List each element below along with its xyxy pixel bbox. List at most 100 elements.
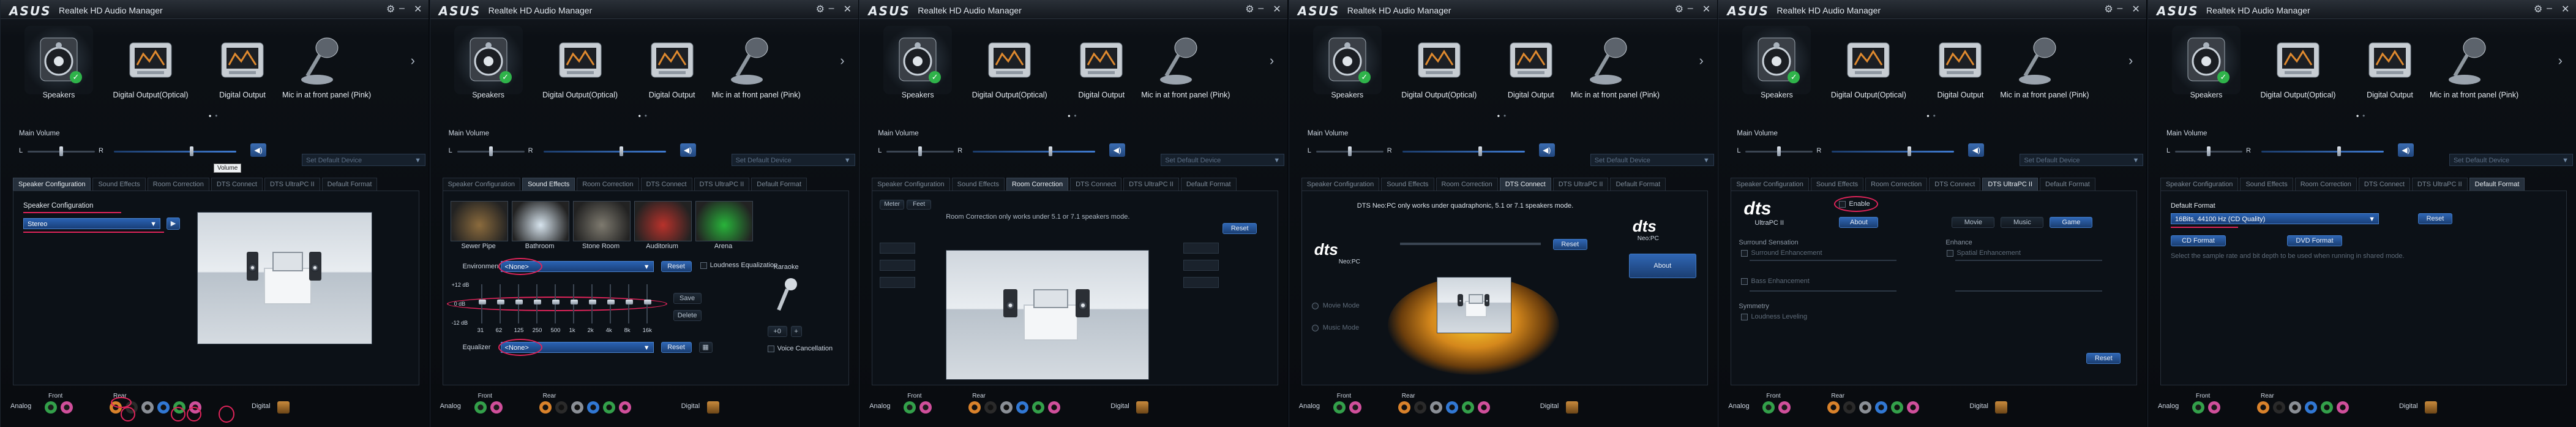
front-pink-jack-icon[interactable] bbox=[2207, 401, 2220, 414]
enhancement-slider[interactable] bbox=[1750, 290, 1897, 292]
minimize-button[interactable]: – bbox=[2547, 3, 2552, 14]
front-pink-jack-icon[interactable] bbox=[61, 401, 73, 414]
device-speaker[interactable]: ✓ Speakers bbox=[19, 26, 99, 99]
tab-speaker-configuration[interactable]: Speaker Configuration bbox=[1301, 178, 1380, 191]
music-mode-radio[interactable] bbox=[1311, 325, 1319, 331]
device-speaker[interactable]: ✓ Speakers bbox=[2166, 26, 2246, 99]
mode-game-button[interactable]: Game bbox=[2050, 217, 2093, 228]
device-digital-output[interactable]: Digital Output bbox=[1491, 29, 1571, 99]
rear-pink-jack-icon[interactable] bbox=[618, 401, 631, 414]
tab-dts-ultrapc-ii[interactable]: DTS UltraPC II bbox=[264, 178, 320, 191]
rear-orange-jack-icon[interactable] bbox=[2256, 401, 2269, 414]
rear-blue-jack-icon[interactable] bbox=[1445, 401, 1458, 414]
tab-sound-effects[interactable]: Sound Effects bbox=[951, 178, 1005, 191]
balance-slider[interactable]: L R bbox=[1737, 146, 1822, 157]
volume-thumb[interactable] bbox=[1049, 146, 1053, 156]
spatial-enhancement-checkbox[interactable] bbox=[1947, 250, 1954, 257]
tab-speaker-configuration[interactable]: Speaker Configuration bbox=[2160, 178, 2239, 191]
rear-black-jack-icon[interactable] bbox=[2272, 401, 2285, 414]
rear-pink-jack-icon[interactable] bbox=[1907, 401, 1920, 414]
close-button[interactable]: ✕ bbox=[1702, 3, 1710, 15]
device-speaker[interactable]: ✓ Speakers bbox=[1308, 26, 1387, 99]
speaker-volume-icon[interactable]: ◀) bbox=[1968, 143, 1985, 157]
volume-slider[interactable] bbox=[543, 146, 672, 157]
volume-thumb[interactable] bbox=[190, 146, 193, 156]
minimize-button[interactable]: – bbox=[2117, 3, 2122, 14]
chevron-right-icon[interactable]: › bbox=[2129, 53, 2133, 69]
gear-icon[interactable]: ⚙ bbox=[2534, 3, 2542, 15]
page-indicator[interactable]: •• bbox=[638, 111, 651, 120]
reset-button[interactable]: Reset bbox=[2086, 353, 2121, 364]
rear-pink-jack-icon[interactable] bbox=[2336, 401, 2349, 414]
environment-sewer-pipe[interactable] bbox=[450, 201, 508, 241]
tab-sound-effects[interactable]: Sound Effects bbox=[1810, 178, 1864, 191]
save-button[interactable]: Save bbox=[673, 293, 702, 304]
eq-band-slider[interactable] bbox=[515, 300, 523, 304]
balance-slider[interactable]: L R bbox=[449, 146, 534, 157]
front-green-jack-icon[interactable] bbox=[1333, 401, 1346, 414]
chevron-right-icon[interactable]: › bbox=[1699, 53, 1703, 69]
left-speaker-icon[interactable] bbox=[1458, 294, 1463, 306]
device-optical-output[interactable]: Digital Output(Optical) bbox=[541, 29, 620, 99]
tab-default-format[interactable]: Default Format bbox=[1180, 178, 1237, 191]
speaker-config-dropdown[interactable]: Stereo ▼ bbox=[23, 218, 160, 229]
right-speaker-icon[interactable] bbox=[1484, 294, 1489, 306]
tab-room-correction[interactable]: Room Correction bbox=[1006, 178, 1069, 191]
device-digital-output[interactable]: Digital Output bbox=[1061, 29, 1141, 99]
rear-blue-jack-icon[interactable] bbox=[157, 401, 170, 414]
rear-pink-jack-icon[interactable] bbox=[1477, 401, 1490, 414]
rear-black-jack-icon[interactable] bbox=[984, 401, 997, 414]
device-microphone[interactable]: Mic in at front panel (Pink) bbox=[1571, 29, 1660, 99]
tab-sound-effects[interactable]: Sound Effects bbox=[522, 178, 575, 191]
volume-thumb[interactable] bbox=[619, 146, 623, 156]
tab-speaker-configuration[interactable]: Speaker Configuration bbox=[1731, 178, 1809, 191]
rear-green-jack-icon[interactable] bbox=[602, 401, 615, 414]
gear-icon[interactable]: ⚙ bbox=[816, 3, 825, 15]
balance-thumb[interactable] bbox=[1777, 146, 1781, 156]
device-speaker[interactable]: ✓ Speakers bbox=[449, 26, 528, 99]
device-speaker[interactable]: ✓ Speakers bbox=[878, 26, 957, 99]
loudness-checkbox[interactable] bbox=[700, 262, 707, 269]
balance-slider[interactable]: L R bbox=[1308, 146, 1393, 157]
tab-dts-connect[interactable]: DTS Connect bbox=[640, 178, 692, 191]
speaker-volume-icon[interactable]: ◀) bbox=[250, 143, 266, 157]
enhancement-slider[interactable] bbox=[1955, 260, 2103, 261]
rear-blue-jack-icon[interactable] bbox=[1016, 401, 1029, 414]
close-button[interactable]: ✕ bbox=[844, 3, 852, 15]
rear-green-jack-icon[interactable] bbox=[2320, 401, 2333, 414]
volume-slider[interactable] bbox=[2261, 146, 2390, 157]
eq-band-slider[interactable] bbox=[625, 300, 633, 304]
close-button[interactable]: ✕ bbox=[1273, 3, 1281, 15]
right-speaker-icon[interactable] bbox=[1076, 289, 1090, 318]
front-pink-jack-icon[interactable] bbox=[490, 401, 503, 414]
tab-dts-ultrapc-ii[interactable]: DTS UltraPC II bbox=[1552, 178, 1609, 191]
front-green-jack-icon[interactable] bbox=[45, 401, 57, 414]
balance-thumb[interactable] bbox=[489, 146, 493, 156]
rear-orange-jack-icon[interactable] bbox=[1827, 401, 1840, 414]
front-pink-jack-icon[interactable] bbox=[1349, 401, 1361, 414]
device-microphone[interactable]: Mic in at front panel (Pink) bbox=[1141, 29, 1230, 99]
delete-button[interactable]: Delete bbox=[673, 310, 702, 321]
volume-slider[interactable] bbox=[114, 146, 242, 157]
karaoke-value[interactable]: +0 bbox=[767, 326, 787, 337]
environment-stone-room[interactable] bbox=[572, 201, 631, 241]
bass-enhancement-checkbox[interactable] bbox=[1741, 278, 1748, 285]
about-button[interactable]: About bbox=[1628, 254, 1696, 278]
set-default-device-dropdown[interactable]: Set Default Device ▼ bbox=[302, 154, 425, 166]
front-pink-jack-icon[interactable] bbox=[919, 401, 932, 414]
balance-slider[interactable]: L R bbox=[2166, 146, 2252, 157]
mode-movie-button[interactable]: Movie bbox=[1952, 217, 1995, 228]
volume-thumb[interactable] bbox=[1478, 146, 1482, 156]
environment-auditorium[interactable] bbox=[634, 201, 692, 241]
play-test-button[interactable]: ▶ bbox=[167, 217, 180, 230]
balance-thumb[interactable] bbox=[2206, 146, 2211, 156]
eq-band-slider[interactable] bbox=[552, 300, 560, 304]
tab-default-format[interactable]: Default Format bbox=[2040, 178, 2095, 191]
environment-bathroom[interactable] bbox=[511, 201, 569, 241]
eq-band-slider[interactable] bbox=[643, 300, 651, 304]
distance-field[interactable] bbox=[880, 260, 916, 271]
speaker-volume-icon[interactable]: ◀) bbox=[2397, 143, 2414, 157]
tab-dts-connect[interactable]: DTS Connect bbox=[1070, 178, 1122, 191]
volume-thumb[interactable] bbox=[1908, 146, 1912, 156]
tab-room-correction[interactable]: Room Correction bbox=[1436, 178, 1498, 191]
